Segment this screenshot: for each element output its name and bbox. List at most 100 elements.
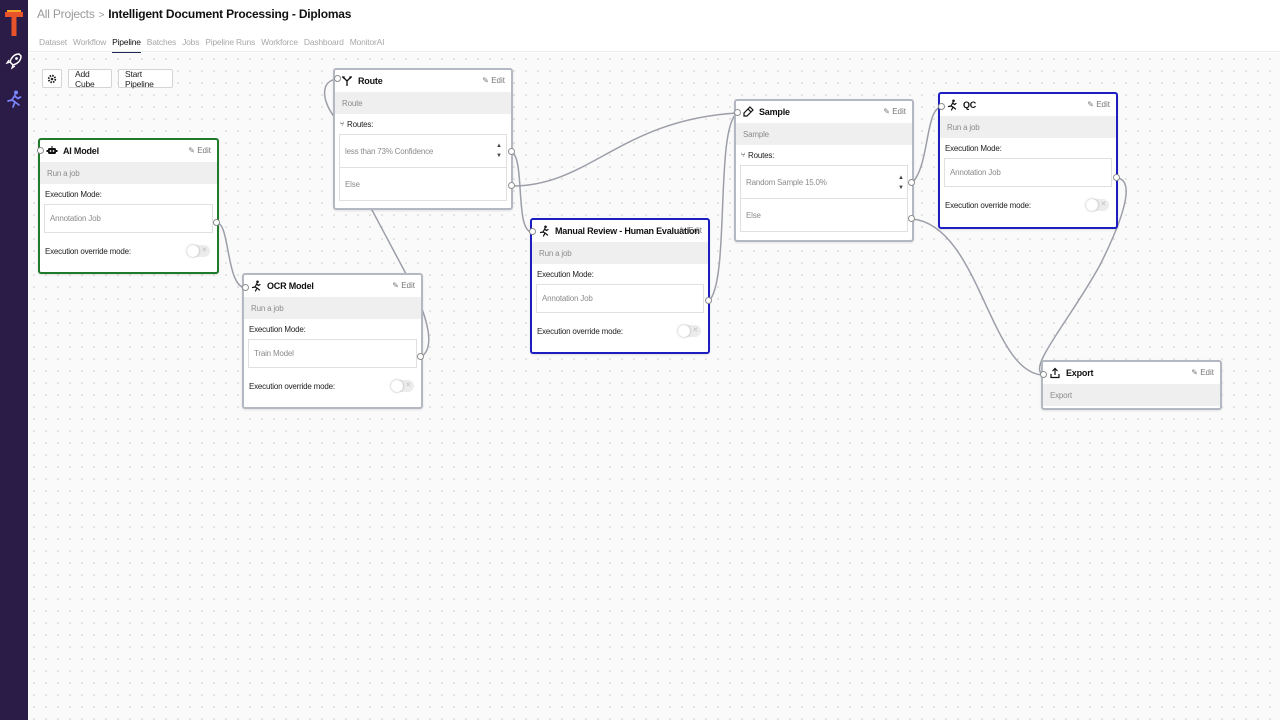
route-condition-1[interactable]: less than 73% Confidence <box>339 134 507 168</box>
execution-mode-label: Execution Mode: <box>945 143 1002 153</box>
node-sample[interactable]: Sample ✎ Edit Sample ⑂ Routes: Random Sam… <box>734 99 914 242</box>
execution-override-toggle[interactable]: ✕ <box>187 245 210 257</box>
output-port[interactable] <box>908 215 915 222</box>
gear-icon <box>47 74 57 83</box>
breadcrumb: All Projects > Intelligent Document Proces… <box>37 7 351 21</box>
output-port[interactable] <box>705 297 712 304</box>
route-stepper[interactable]: ▲ ▼ <box>496 141 502 161</box>
edit-label: Edit <box>491 76 505 85</box>
input-port[interactable] <box>529 228 536 235</box>
routes-label: ⑂ Routes: <box>335 114 511 134</box>
execution-override-label: Execution override mode: <box>537 326 623 336</box>
node-header: AI Model ✎ Edit <box>40 140 217 162</box>
tab-dashboard[interactable]: Dashboard <box>304 37 344 52</box>
node-subtitle: Run a job <box>244 297 421 319</box>
execution-override-toggle[interactable]: ✕ <box>678 325 701 337</box>
toggle-knob <box>187 245 199 257</box>
edit-button[interactable]: ✎ Edit <box>1087 100 1110 109</box>
execution-mode-select[interactable]: Annotation Job <box>944 158 1112 187</box>
input-port[interactable] <box>1040 371 1047 378</box>
sample-condition-1[interactable]: Random Sample 15.0% <box>740 165 908 199</box>
tab-workforce[interactable]: Workforce <box>261 37 298 52</box>
execution-override-row: Execution override mode: ✕ <box>532 320 708 342</box>
input-port[interactable] <box>734 109 741 116</box>
node-export[interactable]: Export ✎ Edit Export <box>1041 360 1222 410</box>
breadcrumb-separator-icon: > <box>98 10 105 21</box>
edit-button[interactable]: ✎ Edit <box>1191 368 1214 377</box>
tab-batches[interactable]: Batches <box>147 37 177 52</box>
runner-icon[interactable] <box>4 89 24 109</box>
edit-button[interactable]: ✎ Edit <box>392 281 415 290</box>
input-port[interactable] <box>242 284 249 291</box>
node-qc[interactable]: QC ✎ Edit Run a job Execution Mode: Anno… <box>938 92 1118 229</box>
edit-button[interactable]: ✎ Edit <box>188 146 211 155</box>
chevron-up-icon[interactable]: ▲ <box>496 141 502 151</box>
output-port[interactable] <box>908 179 915 186</box>
sample-stepper[interactable]: ▲ ▼ <box>898 173 904 193</box>
node-ocr-model[interactable]: OCR Model ✎ Edit Run a job Execution Mod… <box>242 273 423 409</box>
node-subtitle: Run a job <box>940 116 1116 138</box>
execution-override-row: Execution override mode: ✕ <box>940 194 1116 216</box>
node-route[interactable]: Route ✎ Edit Route ⑂ Routes: less than 73… <box>333 68 513 210</box>
tab-pipeline-runs[interactable]: Pipeline Runs <box>205 37 255 52</box>
node-subtitle: Export <box>1043 384 1220 406</box>
output-port[interactable] <box>508 148 515 155</box>
edit-label: Edit <box>892 107 906 116</box>
execution-override-toggle[interactable]: ✕ <box>1086 199 1109 211</box>
execution-override-toggle[interactable]: ✕ <box>391 380 414 392</box>
rocket-icon[interactable] <box>4 51 24 71</box>
edit-button[interactable]: ✎ Edit <box>883 107 906 116</box>
route-else[interactable]: Else <box>339 168 507 201</box>
start-pipeline-button[interactable]: Start Pipeline <box>118 69 173 89</box>
node-title: Sample <box>759 107 790 117</box>
execution-override-row: Execution override mode: ✕ <box>40 240 217 262</box>
node-header: Export ✎ Edit <box>1043 362 1220 384</box>
input-port[interactable] <box>938 103 945 110</box>
tab-workflow[interactable]: Workflow <box>73 37 106 52</box>
settings-button[interactable] <box>42 69 62 88</box>
tab-pipeline[interactable]: Pipeline <box>112 37 141 54</box>
node-manual-review[interactable]: Manual Review - Human Evaluation ✎ Edit … <box>530 218 710 354</box>
node-ai-model[interactable]: AI Model ✎ Edit Run a job Execution Mode… <box>38 138 219 274</box>
node-title: Manual Review - Human Evaluation <box>555 226 700 236</box>
runner-icon <box>538 225 550 237</box>
edit-label: Edit <box>401 281 415 290</box>
execution-mode-select[interactable]: Annotation Job <box>536 284 704 313</box>
sample-else[interactable]: Else <box>740 199 908 232</box>
execution-override-row: Execution override mode: ✕ <box>244 375 421 397</box>
node-title: AI Model <box>63 146 99 156</box>
pencil-icon: ✎ <box>883 107 890 116</box>
execution-mode-select[interactable]: Annotation Job <box>44 204 213 233</box>
node-subtitle: Sample <box>736 123 912 145</box>
close-icon: ✕ <box>1100 201 1106 208</box>
toggle-knob <box>678 325 690 337</box>
tab-dataset[interactable]: Dataset <box>39 37 67 52</box>
breadcrumb-root-link[interactable]: All Projects <box>37 7 95 21</box>
edit-button[interactable]: ✎ Edit <box>679 226 702 235</box>
input-port[interactable] <box>334 75 341 82</box>
edit-button[interactable]: ✎ Edit <box>482 76 505 85</box>
close-icon: ✕ <box>201 247 207 254</box>
edit-label: Edit <box>197 146 211 155</box>
output-port[interactable] <box>1113 174 1120 181</box>
tab-monitorai[interactable]: MonitorAI <box>350 37 385 52</box>
breadcrumb-current: Intelligent Document Processing - Diplom… <box>108 7 352 21</box>
output-port[interactable] <box>417 353 424 360</box>
node-title: Route <box>358 76 383 86</box>
tab-jobs[interactable]: Jobs <box>182 37 199 52</box>
add-cube-button[interactable]: Add Cube <box>68 69 112 89</box>
close-icon: ✕ <box>692 327 698 334</box>
chevron-up-icon[interactable]: ▲ <box>898 173 904 183</box>
output-port[interactable] <box>213 219 220 226</box>
logo-icon[interactable] <box>4 9 24 37</box>
edit-label: Edit <box>1096 100 1110 109</box>
robot-icon <box>46 145 58 157</box>
execution-mode-select[interactable]: Train Model <box>248 339 417 368</box>
chevron-down-icon[interactable]: ▼ <box>898 183 904 193</box>
chevron-down-icon[interactable]: ▼ <box>496 151 502 161</box>
top-header: All Projects > Intelligent Document Proces… <box>28 0 1280 54</box>
route-icon <box>341 75 353 87</box>
pencil-icon: ✎ <box>1087 100 1094 109</box>
input-port[interactable] <box>37 147 44 154</box>
output-port[interactable] <box>508 182 515 189</box>
